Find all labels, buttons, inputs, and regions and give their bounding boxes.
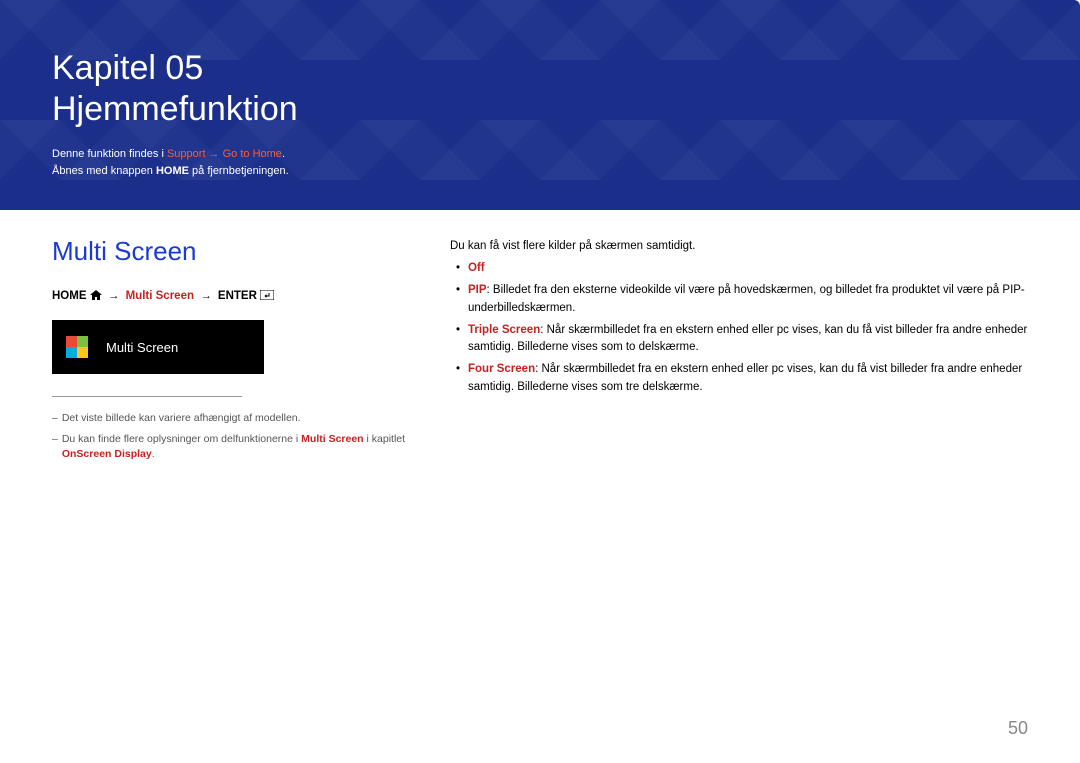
screenshot-label: Multi Screen bbox=[106, 340, 178, 355]
crumb-home: HOME bbox=[52, 290, 87, 302]
option-four: Four Screen: Når skærmbilledet fra en ek… bbox=[468, 361, 1028, 396]
chapter-name: Hjemmefunktion bbox=[52, 90, 298, 128]
chapter-title: Kapitel 05 Hjemmefunktion bbox=[52, 48, 1028, 130]
footnote-link-multi-screen: Multi Screen bbox=[301, 433, 363, 445]
section-heading: Multi Screen bbox=[52, 236, 432, 267]
left-column: Multi Screen HOME → Multi Screen → ENTER… bbox=[52, 236, 432, 469]
screenshot-preview: Multi Screen bbox=[52, 320, 264, 374]
intro-line-2: Åbnes med knappen HOME på fjernbetjening… bbox=[52, 165, 1028, 177]
multi-screen-icon bbox=[66, 336, 88, 358]
footnote-2: – Du kan finde flere oplysninger om delf… bbox=[52, 432, 432, 462]
enter-icon bbox=[260, 290, 274, 300]
home-icon bbox=[90, 290, 102, 300]
description-intro: Du kan få vist flere kilder på skærmen s… bbox=[450, 240, 1028, 252]
option-pip: PIP: Billedet fra den eksterne videokild… bbox=[468, 282, 1028, 317]
home-key-label: HOME bbox=[156, 165, 189, 177]
right-column: Du kan få vist flere kilder på skærmen s… bbox=[450, 236, 1028, 469]
option-off: Off bbox=[468, 260, 1028, 277]
footnote-1: – Det viste billede kan variere afhængig… bbox=[52, 411, 432, 426]
option-triple: Triple Screen: Når skærmbilledet fra en … bbox=[468, 322, 1028, 357]
crumb-enter: ENTER bbox=[218, 290, 257, 302]
chapter-header: Kapitel 05 Hjemmefunktion Denne funktion… bbox=[0, 0, 1080, 210]
page-number: 50 bbox=[1008, 718, 1028, 739]
highlight-go-to-home: Go to Home bbox=[223, 148, 282, 160]
content-area: Multi Screen HOME → Multi Screen → ENTER… bbox=[0, 210, 1080, 469]
footnote-link-onscreen-display: OnScreen Display bbox=[62, 448, 152, 460]
divider bbox=[52, 396, 242, 397]
intro-line-1: Denne funktion findes i Support → Go to … bbox=[52, 148, 1028, 160]
highlight-support: Support bbox=[167, 148, 206, 160]
crumb-multi-screen: Multi Screen bbox=[126, 290, 194, 302]
chapter-label: Kapitel 05 bbox=[52, 49, 203, 87]
navigation-path: HOME → Multi Screen → ENTER bbox=[52, 289, 432, 302]
option-list: Off PIP: Billedet fra den eksterne video… bbox=[450, 260, 1028, 396]
